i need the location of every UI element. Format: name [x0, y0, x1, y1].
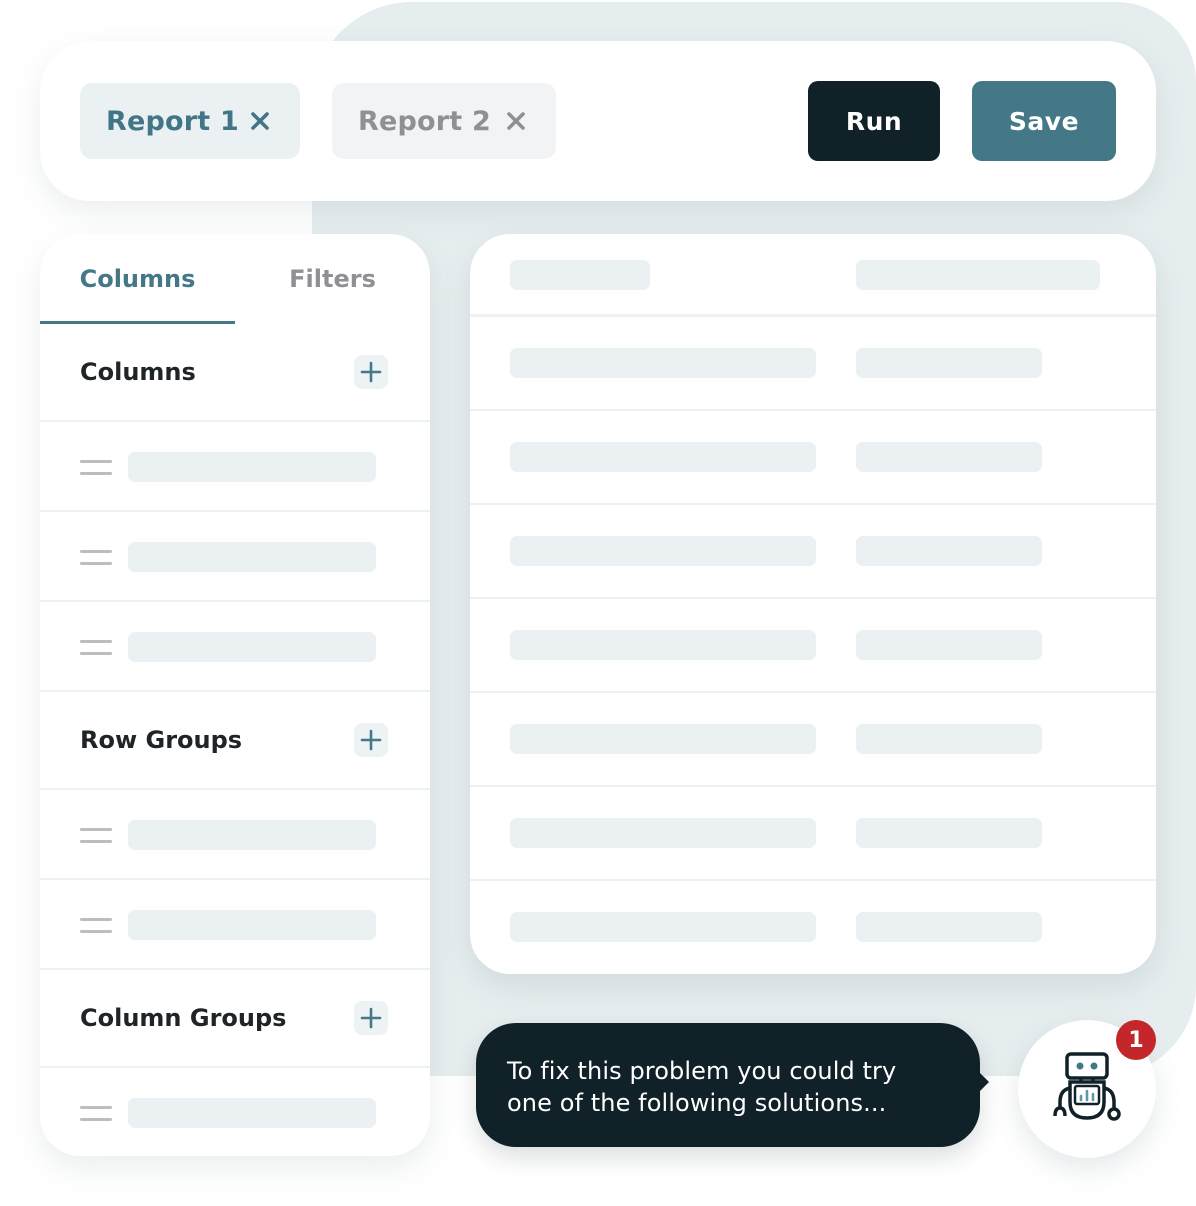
plus-icon — [360, 729, 382, 751]
drag-handle-icon[interactable] — [80, 828, 112, 843]
report-tab-2[interactable]: Report 2 — [332, 83, 556, 159]
section-row-groups: Row Groups — [40, 692, 430, 790]
report-toolbar: Report 1 Report 2 Run Save — [40, 41, 1156, 201]
header-cell-placeholder — [510, 260, 650, 290]
cell-placeholder — [856, 724, 1042, 754]
close-icon[interactable] — [248, 109, 272, 133]
plus-icon — [360, 361, 382, 383]
skeleton-placeholder — [128, 452, 376, 482]
list-item — [40, 512, 430, 602]
add-column-group-button[interactable] — [354, 1001, 388, 1035]
header-cell-placeholder — [856, 260, 1100, 290]
cell-placeholder — [856, 536, 1042, 566]
skeleton-placeholder — [128, 542, 376, 572]
run-button[interactable]: Run — [808, 81, 940, 161]
cell-placeholder — [856, 912, 1042, 942]
section-column-groups: Column Groups — [40, 970, 430, 1068]
add-column-button[interactable] — [354, 355, 388, 389]
drag-handle-icon[interactable] — [80, 918, 112, 933]
skeleton-placeholder — [128, 820, 376, 850]
close-icon[interactable] — [504, 109, 528, 133]
table-row — [470, 881, 1156, 974]
list-item — [40, 602, 430, 692]
tab-columns[interactable]: Columns — [40, 234, 235, 324]
cell-placeholder — [510, 536, 816, 566]
skeleton-placeholder — [128, 632, 376, 662]
drag-handle-icon[interactable] — [80, 640, 112, 655]
cell-placeholder — [510, 442, 816, 472]
cell-placeholder — [510, 912, 816, 942]
plus-icon — [360, 1007, 382, 1029]
column-config-panel: Columns Filters Columns Row Groups Colum… — [40, 234, 430, 1156]
skeleton-placeholder — [128, 1098, 376, 1128]
table-row — [470, 787, 1156, 881]
grid-header-row — [470, 234, 1156, 317]
panel-tabs: Columns Filters — [40, 234, 430, 324]
table-row — [470, 411, 1156, 505]
report-tab-label: Report 2 — [358, 105, 491, 137]
skeleton-placeholder — [128, 910, 376, 940]
cell-placeholder — [510, 630, 816, 660]
cell-placeholder — [856, 442, 1042, 472]
list-item — [40, 790, 430, 880]
table-row — [470, 317, 1156, 411]
add-row-group-button[interactable] — [354, 723, 388, 757]
section-title: Column Groups — [80, 1004, 287, 1032]
table-row — [470, 599, 1156, 693]
drag-handle-icon[interactable] — [80, 1106, 112, 1121]
list-item — [40, 1068, 430, 1156]
assistant-message-line: To fix this problem you could try — [507, 1057, 897, 1085]
cell-placeholder — [856, 630, 1042, 660]
section-title: Row Groups — [80, 726, 243, 754]
notification-badge: 1 — [1116, 1020, 1156, 1060]
cell-placeholder — [510, 724, 816, 754]
section-columns: Columns — [40, 324, 430, 422]
cell-placeholder — [856, 818, 1042, 848]
cell-placeholder — [510, 348, 816, 378]
list-item — [40, 422, 430, 512]
data-grid — [470, 234, 1156, 974]
bubble-tail — [975, 1068, 989, 1096]
report-tab-1[interactable]: Report 1 — [80, 83, 300, 159]
drag-handle-icon[interactable] — [80, 460, 112, 475]
assistant-message-line: one of the following solutions... — [507, 1089, 887, 1117]
robot-icon — [1053, 1052, 1121, 1121]
table-row — [470, 693, 1156, 787]
tab-filters[interactable]: Filters — [235, 234, 430, 324]
drag-handle-icon[interactable] — [80, 550, 112, 565]
list-item — [40, 880, 430, 970]
assistant-message-bubble: To fix this problem you could try one of… — [476, 1023, 980, 1147]
cell-placeholder — [510, 818, 816, 848]
report-tab-label: Report 1 — [106, 105, 239, 137]
save-button[interactable]: Save — [972, 81, 1116, 161]
cell-placeholder — [856, 348, 1042, 378]
table-row — [470, 505, 1156, 599]
section-title: Columns — [80, 358, 196, 386]
